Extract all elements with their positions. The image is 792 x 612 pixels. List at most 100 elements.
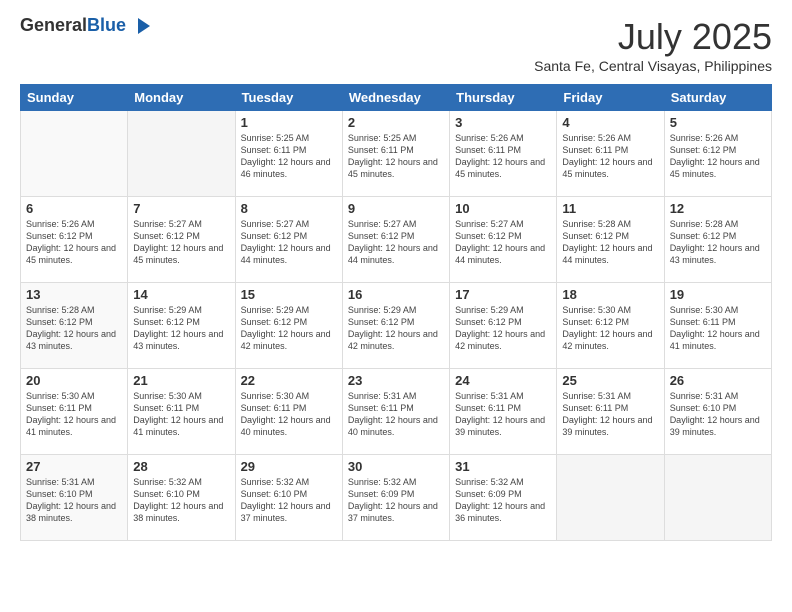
day-info: Sunrise: 5:26 AM Sunset: 6:11 PM Dayligh… — [455, 132, 551, 181]
day-info: Sunrise: 5:27 AM Sunset: 6:12 PM Dayligh… — [455, 218, 551, 267]
day-cell-3: 3 Sunrise: 5:26 AM Sunset: 6:11 PM Daylig… — [450, 111, 557, 197]
location: Santa Fe, Central Visayas, Philippines — [534, 58, 772, 74]
day-number: 25 — [562, 373, 658, 388]
day-cell-25: 25 Sunrise: 5:31 AM Sunset: 6:11 PM Dayli… — [557, 369, 664, 455]
day-info: Sunrise: 5:30 AM Sunset: 6:11 PM Dayligh… — [133, 390, 229, 439]
empty-cell — [128, 111, 235, 197]
day-cell-30: 30Sunrise: 5:32 AM Sunset: 6:09 PM Dayli… — [342, 455, 449, 541]
day-number: 19 — [670, 287, 766, 302]
week-row-4: 20Sunrise: 5:30 AM Sunset: 6:11 PM Dayli… — [21, 369, 772, 455]
header: GeneralBlue July 2025 Santa Fe, Central … — [20, 16, 772, 74]
day-header-thursday: Thursday — [450, 85, 557, 111]
day-cell-19: 19 Sunrise: 5:30 AM Sunset: 6:11 PM Dayli… — [664, 283, 771, 369]
day-info: Sunrise: 5:30 AM Sunset: 6:12 PM Dayligh… — [562, 304, 658, 353]
day-header-tuesday: Tuesday — [235, 85, 342, 111]
day-number: 7 — [133, 201, 229, 216]
day-cell-12: 12 Sunrise: 5:28 AM Sunset: 6:12 PM Dayli… — [664, 197, 771, 283]
day-number: 14 — [133, 287, 229, 302]
day-cell-8: 8 Sunrise: 5:27 AM Sunset: 6:12 PM Daylig… — [235, 197, 342, 283]
day-info: Sunrise: 5:26 AM Sunset: 6:12 PM Dayligh… — [26, 218, 122, 267]
day-info: Sunrise: 5:27 AM Sunset: 6:12 PM Dayligh… — [348, 218, 444, 267]
day-info: Sunrise: 5:28 AM Sunset: 6:12 PM Dayligh… — [26, 304, 122, 353]
day-number: 26 — [670, 373, 766, 388]
day-number: 17 — [455, 287, 551, 302]
day-cell-4: 4Sunrise: 5:26 AM Sunset: 6:11 PM Daylig… — [557, 111, 664, 197]
day-number: 29 — [241, 459, 337, 474]
day-number: 5 — [670, 115, 766, 130]
day-cell-23: 23 Sunrise: 5:31 AM Sunset: 6:11 PM Dayli… — [342, 369, 449, 455]
day-cell-7: 7 Sunrise: 5:27 AM Sunset: 6:12 PM Daylig… — [128, 197, 235, 283]
day-info: Sunrise: 5:29 AM Sunset: 6:12 PM Dayligh… — [133, 304, 229, 353]
day-info: Sunrise: 5:32 AM Sunset: 6:10 PM Dayligh… — [133, 476, 229, 525]
day-cell-16: 16 Sunrise: 5:29 AM Sunset: 6:12 PM Dayli… — [342, 283, 449, 369]
empty-cell — [557, 455, 664, 541]
day-number: 3 — [455, 115, 551, 130]
day-number: 11 — [562, 201, 658, 216]
day-number: 13 — [26, 287, 122, 302]
day-info: Sunrise: 5:30 AM Sunset: 6:11 PM Dayligh… — [26, 390, 122, 439]
day-number: 2 — [348, 115, 444, 130]
day-header-friday: Friday — [557, 85, 664, 111]
day-number: 8 — [241, 201, 337, 216]
day-info: Sunrise: 5:32 AM Sunset: 6:09 PM Dayligh… — [455, 476, 551, 525]
day-info: Sunrise: 5:30 AM Sunset: 6:11 PM Dayligh… — [241, 390, 337, 439]
page: GeneralBlue July 2025 Santa Fe, Central … — [0, 0, 792, 612]
day-cell-22: 22 Sunrise: 5:30 AM Sunset: 6:11 PM Dayli… — [235, 369, 342, 455]
day-info: Sunrise: 5:27 AM Sunset: 6:12 PM Dayligh… — [241, 218, 337, 267]
logo-triangle-icon — [130, 16, 150, 36]
header-row: SundayMondayTuesdayWednesdayThursdayFrid… — [21, 85, 772, 111]
day-number: 28 — [133, 459, 229, 474]
day-info: Sunrise: 5:25 AM Sunset: 6:11 PM Dayligh… — [241, 132, 337, 181]
day-info: Sunrise: 5:31 AM Sunset: 6:11 PM Dayligh… — [562, 390, 658, 439]
day-number: 27 — [26, 459, 122, 474]
day-number: 16 — [348, 287, 444, 302]
day-cell-10: 10 Sunrise: 5:27 AM Sunset: 6:12 PM Dayli… — [450, 197, 557, 283]
week-row-5: 27Sunrise: 5:31 AM Sunset: 6:10 PM Dayli… — [21, 455, 772, 541]
calendar-table: SundayMondayTuesdayWednesdayThursdayFrid… — [20, 84, 772, 541]
day-info: Sunrise: 5:29 AM Sunset: 6:12 PM Dayligh… — [241, 304, 337, 353]
day-number: 23 — [348, 373, 444, 388]
day-info: Sunrise: 5:29 AM Sunset: 6:12 PM Dayligh… — [348, 304, 444, 353]
month-year: July 2025 — [534, 16, 772, 58]
day-cell-17: 17 Sunrise: 5:29 AM Sunset: 6:12 PM Dayli… — [450, 283, 557, 369]
day-header-monday: Monday — [128, 85, 235, 111]
day-cell-1: 1 Sunrise: 5:25 AM Sunset: 6:11 PM Daylig… — [235, 111, 342, 197]
day-cell-24: 24Sunrise: 5:31 AM Sunset: 6:11 PM Dayli… — [450, 369, 557, 455]
day-info: Sunrise: 5:32 AM Sunset: 6:10 PM Dayligh… — [241, 476, 337, 525]
day-info: Sunrise: 5:31 AM Sunset: 6:11 PM Dayligh… — [348, 390, 444, 439]
day-cell-31: 31 Sunrise: 5:32 AM Sunset: 6:09 PM Dayli… — [450, 455, 557, 541]
day-cell-2: 2 Sunrise: 5:25 AM Sunset: 6:11 PM Daylig… — [342, 111, 449, 197]
day-number: 12 — [670, 201, 766, 216]
day-cell-18: 18Sunrise: 5:30 AM Sunset: 6:12 PM Dayli… — [557, 283, 664, 369]
day-number: 22 — [241, 373, 337, 388]
day-cell-27: 27Sunrise: 5:31 AM Sunset: 6:10 PM Dayli… — [21, 455, 128, 541]
day-info: Sunrise: 5:31 AM Sunset: 6:11 PM Dayligh… — [455, 390, 551, 439]
day-number: 30 — [348, 459, 444, 474]
day-info: Sunrise: 5:27 AM Sunset: 6:12 PM Dayligh… — [133, 218, 229, 267]
day-info: Sunrise: 5:25 AM Sunset: 6:11 PM Dayligh… — [348, 132, 444, 181]
day-number: 9 — [348, 201, 444, 216]
day-header-sunday: Sunday — [21, 85, 128, 111]
empty-cell — [664, 455, 771, 541]
day-info: Sunrise: 5:26 AM Sunset: 6:11 PM Dayligh… — [562, 132, 658, 181]
day-number: 31 — [455, 459, 551, 474]
day-cell-11: 11Sunrise: 5:28 AM Sunset: 6:12 PM Dayli… — [557, 197, 664, 283]
day-info: Sunrise: 5:29 AM Sunset: 6:12 PM Dayligh… — [455, 304, 551, 353]
empty-cell — [21, 111, 128, 197]
day-cell-5: 5 Sunrise: 5:26 AM Sunset: 6:12 PM Daylig… — [664, 111, 771, 197]
day-cell-29: 29 Sunrise: 5:32 AM Sunset: 6:10 PM Dayli… — [235, 455, 342, 541]
day-header-saturday: Saturday — [664, 85, 771, 111]
logo-general-text: GeneralBlue — [20, 16, 126, 36]
day-info: Sunrise: 5:26 AM Sunset: 6:12 PM Dayligh… — [670, 132, 766, 181]
day-number: 10 — [455, 201, 551, 216]
day-cell-13: 13 Sunrise: 5:28 AM Sunset: 6:12 PM Dayli… — [21, 283, 128, 369]
day-cell-26: 26Sunrise: 5:31 AM Sunset: 6:10 PM Dayli… — [664, 369, 771, 455]
day-number: 15 — [241, 287, 337, 302]
day-number: 1 — [241, 115, 337, 130]
day-cell-14: 14 Sunrise: 5:29 AM Sunset: 6:12 PM Dayli… — [128, 283, 235, 369]
logo: GeneralBlue — [20, 16, 150, 36]
day-info: Sunrise: 5:28 AM Sunset: 6:12 PM Dayligh… — [670, 218, 766, 267]
day-cell-15: 15 Sunrise: 5:29 AM Sunset: 6:12 PM Dayli… — [235, 283, 342, 369]
day-number: 6 — [26, 201, 122, 216]
day-info: Sunrise: 5:30 AM Sunset: 6:11 PM Dayligh… — [670, 304, 766, 353]
